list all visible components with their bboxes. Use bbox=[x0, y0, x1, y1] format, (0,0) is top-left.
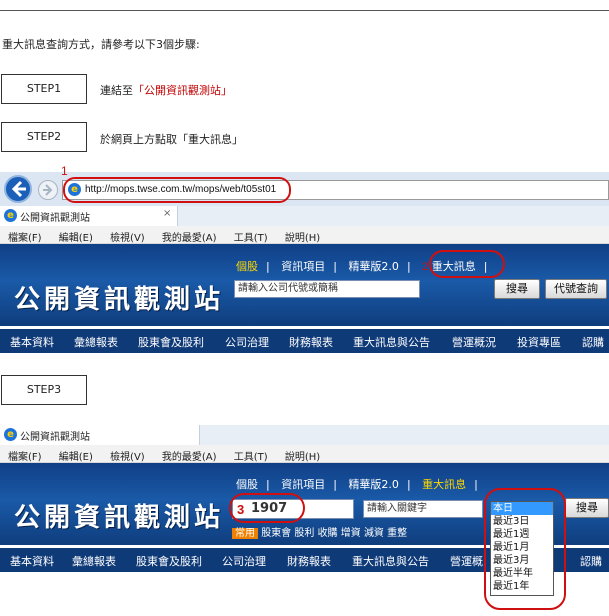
step2-box: STEP2 bbox=[1, 122, 87, 152]
tab-title: 公開資訊觀測站 bbox=[20, 213, 90, 224]
nav2-warrants[interactable]: 認購 bbox=[580, 553, 602, 569]
link2-info-items[interactable]: 資訊項目 bbox=[281, 478, 325, 491]
nav2-financial[interactable]: 財務報表 bbox=[287, 553, 331, 569]
dropdown-highlight-oval bbox=[484, 488, 566, 610]
link2-essence[interactable]: 精華版2.0 bbox=[348, 478, 399, 491]
step3-box: STEP3 bbox=[1, 375, 87, 405]
menu2-edit[interactable]: 編輯(E) bbox=[59, 452, 93, 463]
menu2-view[interactable]: 檢視(V) bbox=[110, 452, 145, 463]
top-divider bbox=[0, 10, 609, 11]
menu2-tools[interactable]: 工具(T) bbox=[234, 452, 268, 463]
code-lookup-button[interactable]: 代號查詢 bbox=[545, 279, 607, 299]
tag-common[interactable]: 常用 bbox=[232, 528, 258, 539]
major-news-highlight-oval bbox=[429, 250, 505, 278]
search-button[interactable]: 搜尋 bbox=[494, 279, 540, 299]
forward-arrow-icon bbox=[43, 184, 53, 196]
step1-description: 連結至「公開資訊觀測站」 bbox=[100, 82, 232, 98]
quick-tags: 常用 股東會 股利 收購 增資 減資 重整 bbox=[232, 524, 407, 539]
step1-box: STEP1 bbox=[1, 74, 87, 104]
menu2-favorites[interactable]: 我的最愛(A) bbox=[162, 452, 217, 463]
menu-edit[interactable]: 編輯(E) bbox=[59, 233, 93, 244]
step1-text: 連結至 bbox=[100, 84, 133, 97]
menu-view[interactable]: 檢視(V) bbox=[110, 233, 145, 244]
nav2-governance[interactable]: 公司治理 bbox=[222, 553, 266, 569]
menu-tools[interactable]: 工具(T) bbox=[234, 233, 268, 244]
tag-dividend[interactable]: 股利 bbox=[294, 528, 314, 539]
tab2-title: 公開資訊觀測站 bbox=[20, 432, 90, 443]
tag-agm[interactable]: 股東會 bbox=[261, 528, 291, 539]
link-info-items[interactable]: 資訊項目 bbox=[281, 260, 325, 273]
browser-tab[interactable]: e 公開資訊觀測站 × bbox=[0, 206, 178, 226]
nav-operations[interactable]: 營運概況 bbox=[452, 334, 496, 350]
menu-bar: 檔案(F) 編輯(E) 檢視(V) 我的最愛(A) 工具(T) 說明(H) bbox=[0, 226, 609, 244]
tab-close-icon[interactable]: × bbox=[163, 208, 171, 219]
step2-description: 於網頁上方點取「重大訊息」 bbox=[100, 133, 243, 146]
nav-shareholders[interactable]: 股東會及股利 bbox=[138, 334, 204, 350]
site-nav-bar: 基本資料 彙總報表 股東會及股利 公司治理 財務報表 重大訊息與公告 營運概況 … bbox=[0, 329, 609, 353]
forward-button[interactable] bbox=[38, 180, 58, 200]
search-button-2[interactable]: 搜尋 bbox=[565, 498, 609, 518]
step1-link[interactable]: 「公開資訊觀測站」 bbox=[133, 84, 232, 97]
nav2-summary-reports[interactable]: 彙總報表 bbox=[72, 553, 116, 569]
menu-favorites[interactable]: 我的最愛(A) bbox=[162, 233, 217, 244]
tag-capital-reduction[interactable]: 減資 bbox=[364, 528, 384, 539]
site-logo-2[interactable]: 公開資訊觀測站 bbox=[14, 497, 224, 534]
nav2-operations[interactable]: 營運概 bbox=[450, 553, 483, 569]
link-stock[interactable]: 個股 bbox=[236, 260, 258, 273]
nav-basic-info[interactable]: 基本資料 bbox=[10, 334, 54, 350]
nav-warrants[interactable]: 認購 bbox=[582, 334, 604, 350]
nav2-major-news[interactable]: 重大訊息與公告 bbox=[352, 553, 429, 569]
menu-help[interactable]: 說明(H) bbox=[285, 233, 320, 244]
tag-reorganization[interactable]: 重整 bbox=[387, 528, 407, 539]
link2-stock[interactable]: 個股 bbox=[236, 478, 258, 491]
intro-text: 重大訊息查詢方式，請參考以下3個步驟: bbox=[2, 38, 200, 51]
marker-2: 2 bbox=[422, 261, 429, 273]
nav2-shareholders[interactable]: 股東會及股利 bbox=[136, 553, 202, 569]
link2-major-news[interactable]: 重大訊息 bbox=[422, 478, 466, 491]
link-essence[interactable]: 精華版2.0 bbox=[348, 260, 399, 273]
nav-governance[interactable]: 公司治理 bbox=[225, 334, 269, 350]
marker-1: 1 bbox=[61, 164, 68, 178]
code-highlight-oval bbox=[229, 493, 305, 523]
menu-bar-2: 檔案(F) 編輯(E) 檢視(V) 我的最愛(A) 工具(T) 說明(H) bbox=[0, 445, 609, 463]
menu-file[interactable]: 檔案(F) bbox=[8, 233, 42, 244]
back-arrow-icon bbox=[11, 180, 26, 198]
tag-capital-increase[interactable]: 增資 bbox=[341, 528, 361, 539]
menu2-file[interactable]: 檔案(F) bbox=[8, 452, 42, 463]
browser-tab-2[interactable]: e 公開資訊觀測站 bbox=[0, 425, 200, 445]
nav-investment[interactable]: 投資專區 bbox=[517, 334, 561, 350]
url-highlight-oval bbox=[63, 177, 291, 203]
tab-ie-icon: e bbox=[4, 209, 17, 222]
menu2-help[interactable]: 說明(H) bbox=[285, 452, 320, 463]
tag-acquisition[interactable]: 收購 bbox=[318, 528, 338, 539]
nav-financial[interactable]: 財務報表 bbox=[289, 334, 333, 350]
nav2-basic-info[interactable]: 基本資料 bbox=[10, 553, 54, 569]
tab2-ie-icon: e bbox=[4, 428, 17, 441]
site2-top-links: 個股 | 資訊項目 | 精華版2.0 | 重大訊息 | bbox=[236, 478, 478, 491]
site-logo[interactable]: 公開資訊觀測站 bbox=[14, 279, 224, 316]
nav-major-news[interactable]: 重大訊息與公告 bbox=[353, 334, 430, 350]
back-button[interactable] bbox=[4, 175, 32, 203]
keyword-input[interactable]: 請輸入關鍵字 bbox=[363, 500, 483, 518]
nav-summary-reports[interactable]: 彙總報表 bbox=[74, 334, 118, 350]
company-search-input[interactable]: 請輸入公司代號或簡稱 bbox=[234, 280, 420, 298]
